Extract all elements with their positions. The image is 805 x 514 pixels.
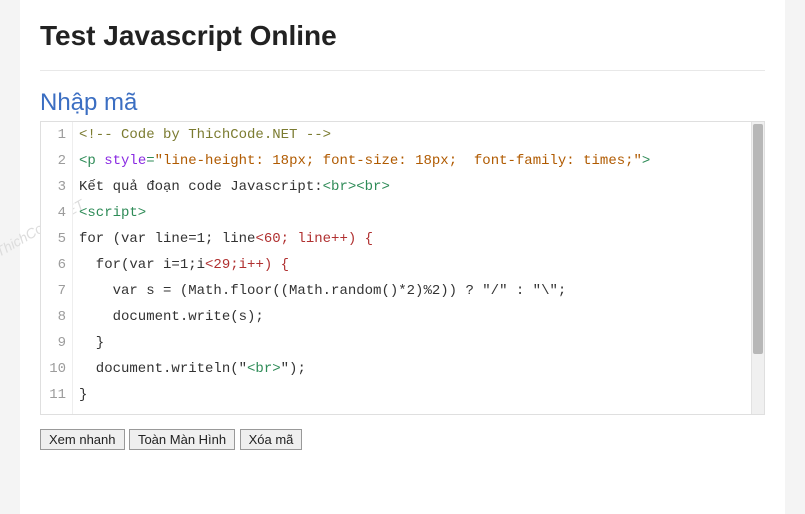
line-number: 1 xyxy=(41,122,66,148)
page-title: Test Javascript Online xyxy=(40,20,765,71)
section-title: Nhập mã xyxy=(40,89,765,117)
fullscreen-button[interactable]: Toàn Màn Hình xyxy=(129,429,235,450)
preview-button[interactable]: Xem nhanh xyxy=(40,429,125,450)
line-number: 10 xyxy=(41,356,66,382)
code-editor[interactable]: 1234567891011 <!-- Code by ThichCode.NET… xyxy=(40,121,765,415)
line-number: 8 xyxy=(41,304,66,330)
button-row: Xem nhanh Toàn Màn Hình Xóa mã xyxy=(40,429,765,450)
clear-button[interactable]: Xóa mã xyxy=(240,429,303,450)
code-area[interactable]: <!-- Code by ThichCode.NET --><p style="… xyxy=(73,122,750,414)
line-number: 3 xyxy=(41,174,66,200)
code-line[interactable]: <p style="line-height: 18px; font-size: … xyxy=(79,148,750,174)
line-number: 2 xyxy=(41,148,66,174)
code-line[interactable]: <!-- Code by ThichCode.NET --> xyxy=(79,122,750,148)
code-line[interactable]: <script> xyxy=(79,200,750,226)
line-number-gutter: 1234567891011 xyxy=(41,122,73,414)
line-number: 9 xyxy=(41,330,66,356)
line-number: 6 xyxy=(41,252,66,278)
line-number: 7 xyxy=(41,278,66,304)
code-line[interactable]: var s = (Math.floor((Math.random()*2)%2)… xyxy=(79,278,750,304)
code-line[interactable]: } xyxy=(79,382,750,408)
line-number: 11 xyxy=(41,382,66,408)
code-line[interactable]: document.writeln("<br>"); xyxy=(79,356,750,382)
code-line[interactable]: } xyxy=(79,330,750,356)
code-line[interactable]: for(var i=1;i<29;i++) { xyxy=(79,252,750,278)
page-card: ThichCode.NET Test Javascript Online Nhậ… xyxy=(20,0,785,514)
scrollbar-thumb[interactable] xyxy=(753,124,763,354)
editor-scrollbar[interactable] xyxy=(751,122,764,414)
line-number: 4 xyxy=(41,200,66,226)
code-line[interactable]: Kết quả đoạn code Javascript:<br><br> xyxy=(79,174,750,200)
line-number: 5 xyxy=(41,226,66,252)
code-line[interactable]: document.write(s); xyxy=(79,304,750,330)
code-line[interactable]: for (var line=1; line<60; line++) { xyxy=(79,226,750,252)
